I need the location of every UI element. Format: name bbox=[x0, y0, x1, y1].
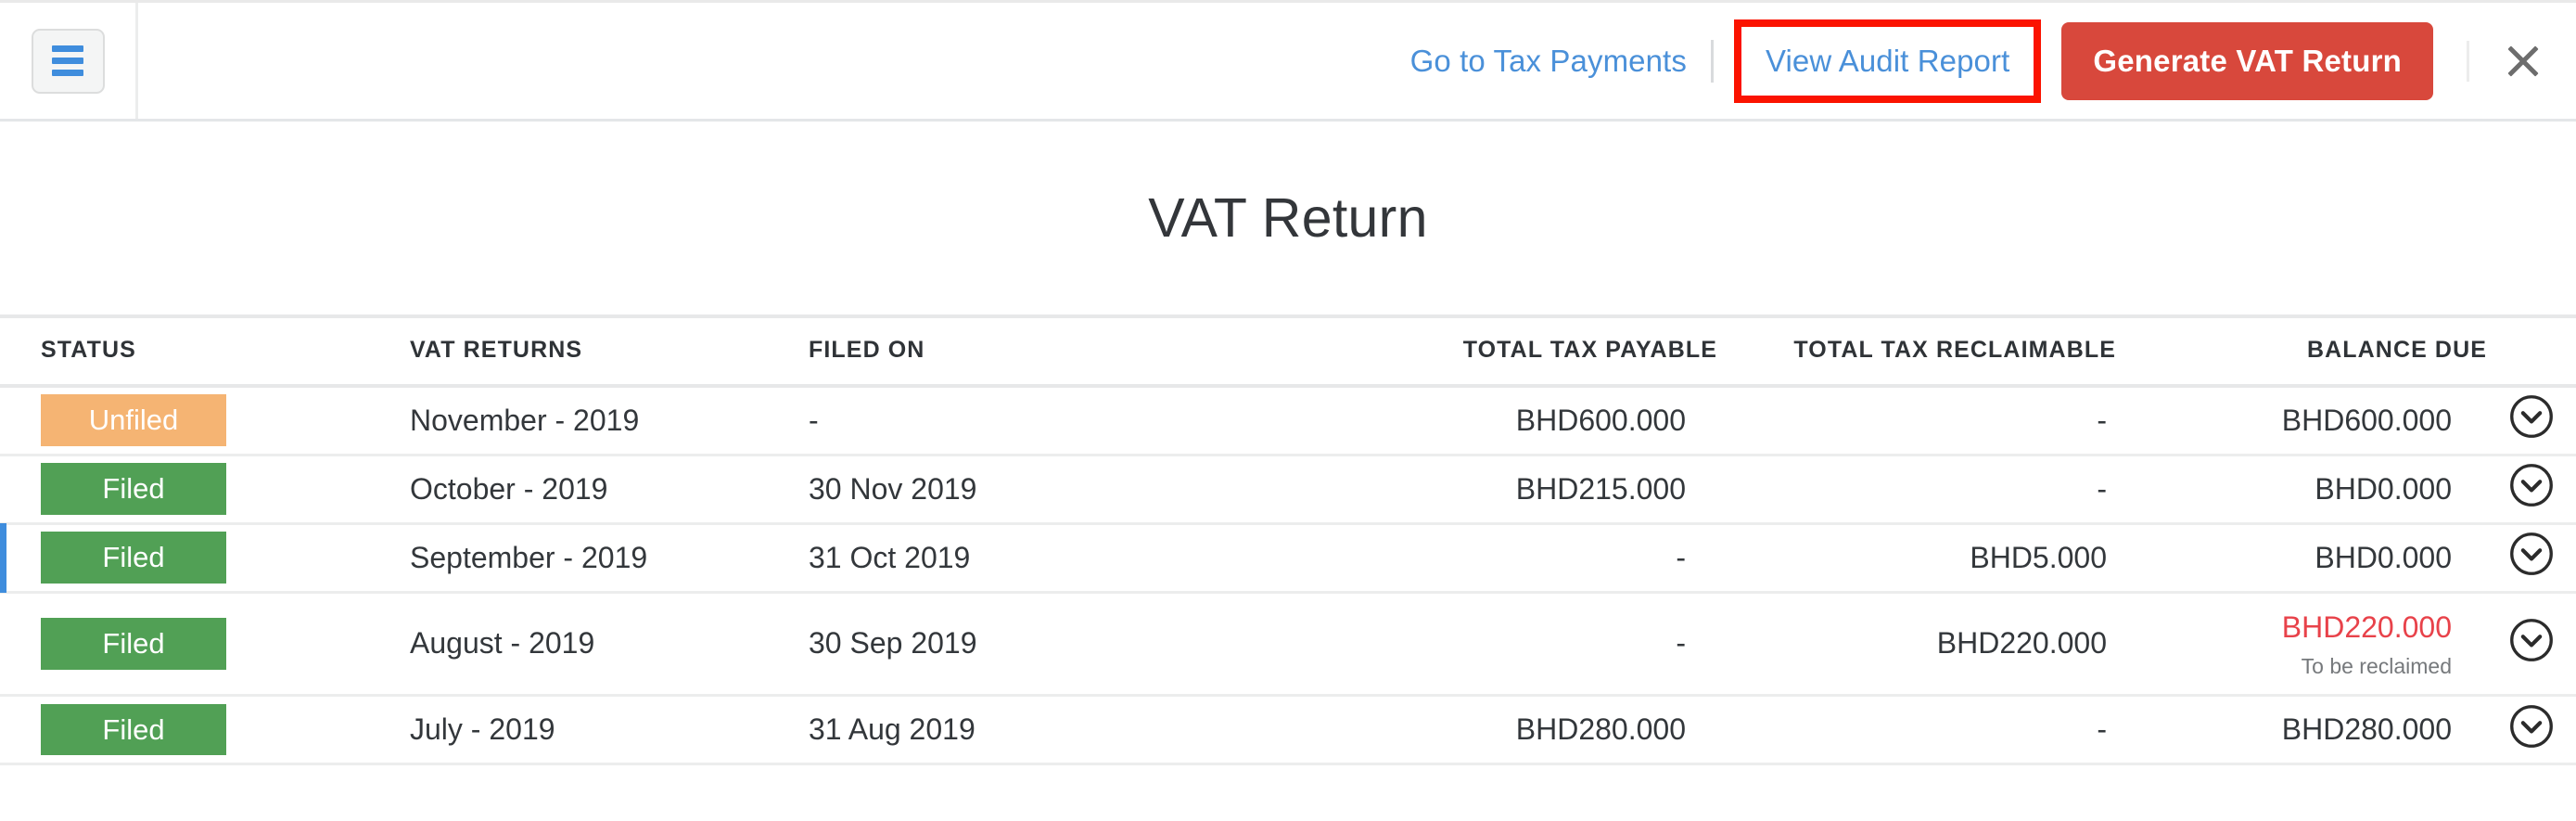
cell-total-tax-payable: - bbox=[1254, 523, 1717, 594]
cell-total-tax-payable: - bbox=[1254, 592, 1717, 698]
column-header-total-tax-payable: TOTAL TAX PAYABLE bbox=[1254, 318, 1717, 388]
cell-filed-on: 31 Oct 2019 bbox=[809, 523, 1254, 594]
audit-report-annotation-box: View Audit Report bbox=[1733, 19, 2042, 103]
toolbar-actions: Go to Tax Payments View Audit Report Gen… bbox=[1410, 19, 2576, 103]
toolbar-divider bbox=[1710, 39, 1714, 83]
close-zone bbox=[2467, 40, 2576, 82]
hamburger-menu-icon[interactable] bbox=[31, 28, 105, 94]
status-badge: Unfiled bbox=[41, 394, 226, 447]
cell-total-tax-reclaimable: - bbox=[1717, 386, 2116, 456]
cell-status: Filed bbox=[0, 592, 410, 698]
chevron-down-circle-icon[interactable] bbox=[2508, 704, 2555, 756]
chevron-down-circle-icon[interactable] bbox=[2508, 395, 2555, 446]
column-header-vat-returns: VAT RETURNS bbox=[410, 318, 809, 388]
menu-zone bbox=[0, 3, 138, 119]
cell-vat-return: November - 2019 bbox=[410, 386, 809, 456]
balance-due-value: BHD0.000 bbox=[2315, 540, 2452, 574]
cell-actions bbox=[2487, 592, 2576, 698]
chevron-down-circle-icon[interactable] bbox=[2508, 618, 2555, 670]
cell-vat-return: September - 2019 bbox=[410, 523, 809, 594]
cell-total-tax-reclaimable: BHD5.000 bbox=[1717, 523, 2116, 594]
page-title-area: VAT Return bbox=[0, 122, 2576, 318]
table-row[interactable]: Unfiled November - 2019- BHD600.000- BHD600… bbox=[0, 386, 2576, 456]
cell-total-tax-payable: BHD280.000 bbox=[1254, 695, 1717, 766]
column-header-status: STATUS bbox=[0, 318, 410, 388]
table-header: STATUS VAT RETURNS FILED ON TOTAL TAX PA… bbox=[0, 318, 2576, 388]
table-row[interactable]: Filed July - 2019 31 Aug 2019 BHD280.000- BH… bbox=[0, 695, 2576, 766]
cell-actions bbox=[2487, 523, 2576, 594]
cell-status: Unfiled bbox=[0, 386, 410, 456]
cell-total-tax-reclaimable: - bbox=[1717, 455, 2116, 525]
cell-total-tax-reclaimable: - bbox=[1717, 695, 2116, 766]
table-footer-space bbox=[0, 765, 2576, 821]
cell-balance-due: BHD220.000 To be reclaimed bbox=[2116, 592, 2487, 698]
cell-filed-on: 30 Nov 2019 bbox=[809, 455, 1254, 525]
close-icon[interactable] bbox=[2503, 41, 2544, 82]
cell-total-tax-reclaimable: BHD220.000 bbox=[1717, 592, 2116, 698]
balance-due-value: BHD600.000 bbox=[2281, 403, 2452, 437]
table-row[interactable]: Filed August - 2019 30 Sep 2019- BHD220.000… bbox=[0, 592, 2576, 698]
cell-vat-return: July - 2019 bbox=[410, 695, 809, 766]
cell-total-tax-payable: BHD215.000 bbox=[1254, 455, 1717, 525]
chevron-down-circle-icon[interactable] bbox=[2508, 464, 2555, 515]
column-header-actions bbox=[2487, 318, 2576, 388]
page-title: VAT Return bbox=[1148, 187, 1428, 249]
balance-due-value: BHD0.000 bbox=[2315, 471, 2452, 506]
table-body: Unfiled November - 2019- BHD600.000- BHD600… bbox=[0, 386, 2576, 766]
column-header-filed-on: FILED ON bbox=[809, 318, 1254, 388]
cell-vat-return: August - 2019 bbox=[410, 592, 809, 698]
cell-vat-return: October - 2019 bbox=[410, 455, 809, 525]
cell-status: Filed bbox=[0, 455, 410, 525]
top-toolbar: Go to Tax Payments View Audit Report Gen… bbox=[0, 3, 2576, 122]
balance-due-value: BHD280.000 bbox=[2281, 712, 2452, 747]
view-audit-report-highlight: View Audit Report bbox=[1733, 19, 2042, 103]
cell-status: Filed bbox=[0, 521, 410, 594]
vat-returns-table: STATUS VAT RETURNS FILED ON TOTAL TAX PA… bbox=[0, 318, 2576, 766]
vat-return-page: Go to Tax Payments View Audit Report Gen… bbox=[0, 0, 2576, 821]
cell-balance-due: BHD0.000 bbox=[2116, 455, 2487, 525]
status-badge: Filed bbox=[41, 617, 226, 670]
cell-balance-due: BHD600.000 bbox=[2116, 386, 2487, 456]
status-badge: Filed bbox=[41, 532, 226, 584]
cell-status: Filed bbox=[0, 695, 410, 766]
column-header-total-tax-reclaimable: TOTAL TAX RECLAIMABLE bbox=[1717, 318, 2116, 388]
column-header-balance-due: BALANCE DUE bbox=[2116, 318, 2487, 388]
cell-actions bbox=[2487, 386, 2576, 456]
balance-due-value: BHD220.000 bbox=[2281, 609, 2452, 644]
table-row[interactable]: Filed October - 2019 30 Nov 2019 BHD215.000… bbox=[0, 455, 2576, 525]
cell-actions bbox=[2487, 455, 2576, 525]
cell-actions bbox=[2487, 695, 2576, 766]
go-to-tax-payments-link[interactable]: Go to Tax Payments bbox=[1410, 44, 1687, 79]
cell-balance-due: BHD280.000 bbox=[2116, 695, 2487, 766]
view-audit-report-link[interactable]: View Audit Report bbox=[1766, 44, 2009, 79]
status-badge: Filed bbox=[41, 463, 226, 515]
chevron-down-circle-icon[interactable] bbox=[2508, 532, 2555, 584]
cell-filed-on: - bbox=[809, 386, 1254, 456]
generate-vat-return-button[interactable]: Generate VAT Return bbox=[2061, 21, 2433, 100]
cell-balance-due: BHD0.000 bbox=[2116, 523, 2487, 594]
balance-due-note: To be reclaimed bbox=[2301, 653, 2452, 678]
table-header-row: STATUS VAT RETURNS FILED ON TOTAL TAX PA… bbox=[0, 318, 2576, 388]
cell-filed-on: 31 Aug 2019 bbox=[809, 695, 1254, 766]
status-badge: Filed bbox=[41, 703, 226, 756]
cell-filed-on: 30 Sep 2019 bbox=[809, 592, 1254, 698]
cell-total-tax-payable: BHD600.000 bbox=[1254, 386, 1717, 456]
table-row[interactable]: Filed September - 2019 31 Oct 2019- BHD5.00… bbox=[0, 521, 2576, 594]
